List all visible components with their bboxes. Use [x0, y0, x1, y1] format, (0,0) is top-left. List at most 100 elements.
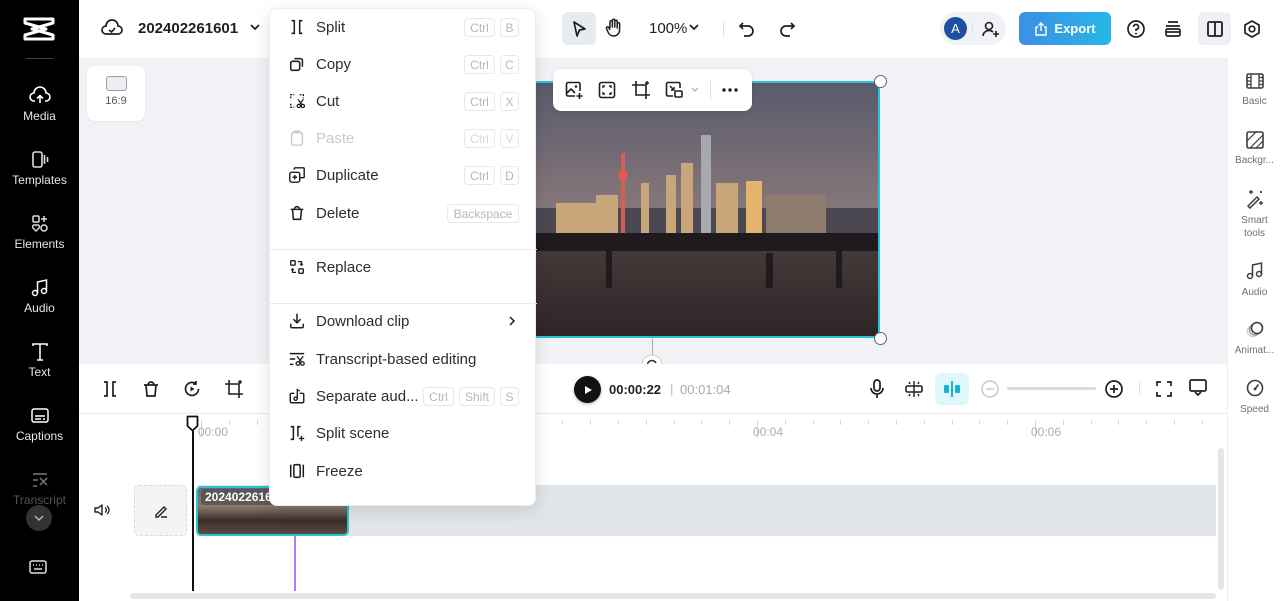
- aspect-ratio-button[interactable]: 16:9: [87, 66, 145, 121]
- expand-nav-button[interactable]: [26, 505, 52, 531]
- magic-wand-icon: [1246, 190, 1263, 209]
- link-track-icon: [905, 381, 923, 397]
- crop-button[interactable]: [631, 80, 651, 100]
- ruler-tick: [952, 420, 953, 425]
- menu-item-download-clip[interactable]: Download clip: [270, 303, 537, 339]
- edit-cover-button[interactable]: [134, 485, 187, 536]
- project-menu-chevron[interactable]: [249, 23, 261, 31]
- menu-item-cut[interactable]: Cut X Ctrl: [270, 83, 537, 119]
- select-tool-button[interactable]: [562, 12, 596, 45]
- keyboard-shortcuts-button[interactable]: [28, 558, 48, 576]
- menu-item-separate-aud[interactable]: Separate aud... S Shift Ctrl: [270, 378, 537, 414]
- delete-button[interactable]: [141, 379, 161, 399]
- cut-icon: [289, 93, 306, 109]
- zoom-chevron[interactable]: [688, 23, 700, 31]
- tab-audio[interactable]: Audio: [1228, 261, 1280, 299]
- nav-text[interactable]: Text: [0, 342, 79, 379]
- resize-handle-top-right[interactable]: [874, 75, 887, 88]
- layout-toggle-button[interactable]: [1198, 12, 1231, 45]
- freeze-icon: [289, 463, 305, 479]
- menu-item-label: Separate aud...: [316, 387, 419, 405]
- nav-elements[interactable]: Elements: [0, 214, 79, 251]
- nav-transcript[interactable]: Transcript: [0, 470, 79, 507]
- avatar[interactable]: A: [944, 17, 967, 40]
- fullscreen-button[interactable]: [1154, 379, 1174, 399]
- record-voice-button[interactable]: [867, 378, 887, 400]
- mute-track-button[interactable]: [93, 501, 111, 519]
- more-options-button[interactable]: [720, 80, 740, 100]
- microphone-icon: [870, 379, 884, 398]
- undo-icon: [738, 22, 754, 37]
- nav-captions[interactable]: Captions: [0, 406, 79, 443]
- transcript-icon: [32, 473, 48, 487]
- play-button[interactable]: [574, 376, 601, 403]
- pip-dropdown[interactable]: [690, 86, 700, 93]
- playhead-handle[interactable]: [186, 415, 199, 432]
- project-title[interactable]: 202402261601: [138, 20, 238, 37]
- elements-icon: [31, 215, 48, 232]
- nav-audio[interactable]: Audio: [0, 278, 79, 315]
- invite-user-button[interactable]: [981, 19, 1001, 39]
- ruler-tick: [590, 420, 591, 425]
- zoom-out-timeline-button[interactable]: [980, 379, 1000, 399]
- tab-smart-tools[interactable]: Smart tools: [1228, 189, 1280, 240]
- tab-background[interactable]: Backgr...: [1228, 131, 1280, 167]
- tab-animation[interactable]: Animat...: [1228, 319, 1280, 357]
- nav-label: Audio: [24, 301, 55, 315]
- split-button[interactable]: [100, 379, 120, 399]
- menu-item-label: Split scene: [316, 424, 390, 442]
- magnet-snap-icon: [944, 381, 960, 397]
- ruler-tick: [979, 420, 980, 425]
- zoom-in-timeline-button[interactable]: [1104, 379, 1124, 399]
- menu-item-delete[interactable]: Delete Backspace: [270, 195, 537, 231]
- nav-label: Elements: [14, 237, 65, 251]
- properties-panel: Basic Backgr... Smart tools Audio Animat…: [1227, 58, 1280, 601]
- tab-basic[interactable]: Basic: [1228, 72, 1280, 108]
- timeline-zoom-slider[interactable]: [1007, 387, 1096, 390]
- menu-item-split[interactable]: Split B Ctrl: [270, 9, 537, 45]
- cloud-sync-status[interactable]: [101, 18, 123, 38]
- toolbar-divider: [723, 21, 724, 37]
- nav-media[interactable]: Media: [0, 86, 79, 123]
- hand-tool-button[interactable]: [603, 17, 625, 39]
- menu-item-label: Copy: [316, 55, 352, 73]
- menu-item-replace[interactable]: Replace: [270, 249, 537, 285]
- menu-item-duplicate[interactable]: Duplicate D Ctrl: [270, 157, 537, 193]
- ruler-tick: [729, 420, 730, 425]
- redo-button[interactable]: [777, 19, 797, 39]
- playhead[interactable]: [192, 416, 194, 591]
- zoom-level-select[interactable]: 100%: [649, 20, 687, 37]
- fit-button[interactable]: [597, 80, 617, 100]
- upload-icon: [1035, 21, 1048, 36]
- replace-image-button[interactable]: [564, 80, 584, 100]
- snap-toggle-button[interactable]: [935, 373, 969, 405]
- horizontal-scrollbar[interactable]: [130, 593, 1216, 599]
- stack-button[interactable]: [1163, 19, 1183, 39]
- vertical-scrollbar[interactable]: [1218, 448, 1224, 590]
- nav-templates[interactable]: Templates: [0, 150, 79, 187]
- shortcut-key: Backspace: [447, 204, 519, 223]
- rotate-handle-stem: [652, 339, 653, 355]
- picture-in-picture-button[interactable]: [664, 80, 684, 100]
- preview-mode-button[interactable]: [1188, 378, 1208, 398]
- resize-handle-bottom-right[interactable]: [874, 332, 887, 345]
- tab-label: Audio: [1241, 287, 1268, 298]
- link-clips-button[interactable]: [903, 378, 925, 400]
- settings-button[interactable]: [1242, 19, 1262, 39]
- replay-button[interactable]: [182, 379, 202, 399]
- tab-speed[interactable]: Speed: [1228, 378, 1280, 416]
- menu-item-transcript-based-editing[interactable]: Transcript-based editing: [270, 341, 537, 377]
- menu-item-split-scene[interactable]: Split scene: [270, 415, 537, 451]
- add-user-icon: [982, 21, 999, 37]
- export-button[interactable]: Export: [1019, 12, 1111, 45]
- shortcut-key: Ctrl: [464, 18, 495, 37]
- help-button[interactable]: [1126, 19, 1146, 39]
- video-preview[interactable]: [536, 81, 880, 338]
- minus-circle-icon: [981, 380, 999, 398]
- crop-button[interactable]: [224, 379, 244, 399]
- tab-label: Basic: [1242, 96, 1267, 107]
- menu-item-freeze[interactable]: Freeze: [270, 453, 537, 489]
- background-icon: [1245, 131, 1264, 149]
- undo-button[interactable]: [737, 19, 757, 39]
- menu-item-copy[interactable]: Copy C Ctrl: [270, 46, 537, 82]
